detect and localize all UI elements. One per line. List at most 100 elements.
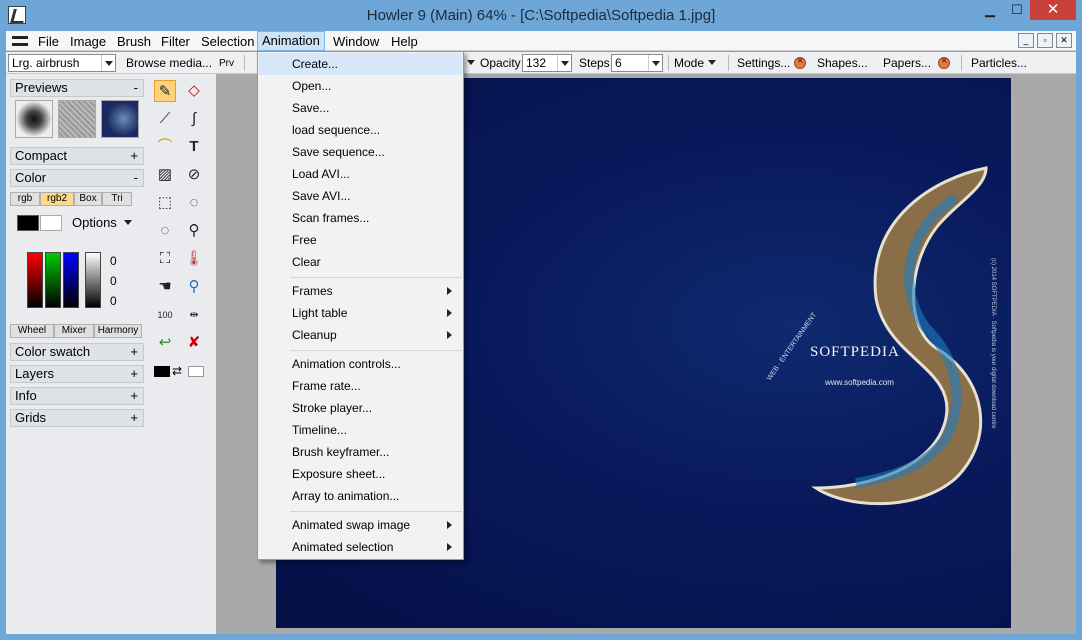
menu-animation[interactable]: Animation xyxy=(257,31,325,51)
menu-item-array-to-animation[interactable]: Array to animation... xyxy=(259,485,462,507)
menu-item-load-sequence[interactable]: load sequence... xyxy=(259,119,462,141)
menu-item-animated-selection[interactable]: Animated selection xyxy=(259,536,462,558)
compact-toggle[interactable]: + xyxy=(130,148,138,164)
red-slider[interactable] xyxy=(27,252,43,308)
blue-slider[interactable] xyxy=(63,252,79,308)
fit-width-icon[interactable]: ⇹ xyxy=(183,304,205,326)
swap-colors-icon[interactable]: ⇄ xyxy=(172,364,182,378)
color-header[interactable]: Color - xyxy=(10,169,144,187)
menu-item-frame-rate[interactable]: Frame rate... xyxy=(259,375,462,397)
tab-harmony[interactable]: Harmony xyxy=(94,324,142,338)
tab-tri[interactable]: Tri xyxy=(102,192,132,206)
color-swatch-header[interactable]: Color swatch + xyxy=(10,343,144,361)
chevron-down-icon[interactable] xyxy=(705,54,717,70)
menu-item-frames[interactable]: Frames xyxy=(259,280,462,302)
delete-icon[interactable]: ✘ xyxy=(183,332,205,354)
menu-image[interactable]: Image xyxy=(66,33,110,50)
chevron-down-icon[interactable] xyxy=(121,214,133,230)
menu-item-free[interactable]: Free xyxy=(259,229,462,251)
menu-item-timeline[interactable]: Timeline... xyxy=(259,419,462,441)
compact-header[interactable]: Compact + xyxy=(10,147,144,165)
menu-item-save[interactable]: Save... xyxy=(259,97,462,119)
menu-item-animation-controls[interactable]: Animation controls... xyxy=(259,353,462,375)
image-preview-thumb[interactable] xyxy=(101,100,139,138)
menu-item-brush-keyframer[interactable]: Brush keyframer... xyxy=(259,441,462,463)
foreground-mini-swatch[interactable] xyxy=(154,366,170,377)
brush-preview-thumb[interactable] xyxy=(15,100,53,138)
chevron-down-icon[interactable] xyxy=(557,55,571,71)
info-header[interactable]: Info + xyxy=(10,387,144,405)
previews-toggle[interactable]: - xyxy=(134,80,138,96)
green-slider[interactable] xyxy=(45,252,61,308)
steps-field[interactable]: 6 xyxy=(611,54,663,72)
menu-item-exposure-sheet[interactable]: Exposure sheet... xyxy=(259,463,462,485)
menu-brush[interactable]: Brush xyxy=(113,33,155,50)
menu-item-light-table[interactable]: Light table xyxy=(259,302,462,324)
layers-toggle[interactable]: + xyxy=(130,366,138,382)
papers-close-icon[interactable] xyxy=(938,55,950,69)
grids-toggle[interactable]: + xyxy=(130,410,138,426)
minimize-button[interactable]: ▁ xyxy=(976,0,1004,20)
menu-selection[interactable]: Selection xyxy=(197,33,258,50)
airbrush-tool-icon[interactable]: ✎ xyxy=(154,80,176,102)
info-toggle[interactable]: + xyxy=(130,388,138,404)
tab-mixer[interactable]: Mixer xyxy=(54,324,94,338)
menu-item-open[interactable]: Open... xyxy=(259,75,462,97)
curve-tool-icon[interactable]: ∫ xyxy=(183,108,205,130)
foreground-color-swatch[interactable] xyxy=(17,215,39,231)
tab-wheel[interactable]: Wheel xyxy=(10,324,54,338)
menu-item-stroke-player[interactable]: Stroke player... xyxy=(259,397,462,419)
options-button[interactable]: Options xyxy=(72,215,117,230)
chevron-down-icon[interactable] xyxy=(464,54,476,70)
settings-button[interactable]: Settings... xyxy=(737,56,790,70)
menu-item-cleanup[interactable]: Cleanup xyxy=(259,324,462,346)
mdi-minimize-button[interactable]: _ xyxy=(1018,33,1034,48)
hamburger-icon[interactable] xyxy=(12,36,28,46)
color-toggle[interactable]: - xyxy=(134,170,138,186)
tab-rgb[interactable]: rgb xyxy=(10,192,40,206)
pin-tool-icon[interactable]: ⚲ xyxy=(183,276,205,298)
brush-select[interactable]: Lrg. airbrush xyxy=(8,54,116,72)
menu-item-load-avi[interactable]: Load AVI... xyxy=(259,163,462,185)
menu-item-animated-swap-image[interactable]: Animated swap image xyxy=(259,514,462,536)
shapes-button[interactable]: Shapes... xyxy=(817,56,868,70)
menu-item-save-avi[interactable]: Save AVI... xyxy=(259,185,462,207)
layers-header[interactable]: Layers + xyxy=(10,365,144,383)
menu-item-scan-frames[interactable]: Scan frames... xyxy=(259,207,462,229)
maximize-button[interactable]: ☐ xyxy=(1003,0,1031,20)
mode-button[interactable]: Mode xyxy=(674,56,704,70)
menu-item-create[interactable]: Create... xyxy=(259,53,462,75)
settings-close-icon[interactable] xyxy=(794,55,806,69)
tab-rgb2[interactable]: rgb2 xyxy=(40,192,74,206)
background-color-swatch[interactable] xyxy=(40,215,62,231)
lasso-select-icon[interactable]: ◌ xyxy=(154,220,176,242)
crop-tool-icon[interactable]: ⛶ xyxy=(154,248,176,270)
no-fill-tool-icon[interactable]: ⊘ xyxy=(183,164,205,186)
menu-file[interactable]: File xyxy=(34,33,63,50)
paper-preview-thumb[interactable] xyxy=(58,100,96,138)
undo-icon[interactable]: ↩ xyxy=(154,332,176,354)
background-mini-swatch[interactable] xyxy=(188,366,204,377)
zoom-100-icon[interactable]: 100 xyxy=(154,304,176,326)
menu-item-save-sequence[interactable]: Save sequence... xyxy=(259,141,462,163)
ellipse-select-icon[interactable]: ◌ xyxy=(183,192,205,214)
eraser-tool-icon[interactable]: ◇ xyxy=(183,80,205,102)
fill-tool-icon[interactable]: ▨ xyxy=(154,164,176,186)
line-tool-icon[interactable]: ⟋ xyxy=(154,108,176,130)
previews-header[interactable]: Previews - xyxy=(10,79,144,97)
chevron-down-icon[interactable] xyxy=(648,55,662,71)
rect-select-icon[interactable]: ⬚ xyxy=(154,192,176,214)
mdi-restore-button[interactable]: ▫ xyxy=(1037,33,1053,48)
text-tool-icon[interactable]: T xyxy=(183,136,205,158)
opacity-field[interactable]: 132 xyxy=(522,54,572,72)
rainbow-tool-icon[interactable]: ⌒ xyxy=(154,136,176,158)
menu-item-clear[interactable]: Clear xyxy=(259,251,462,273)
preview-button[interactable]: Prv xyxy=(219,58,234,69)
magic-wand-icon[interactable]: ⚲ xyxy=(183,220,205,242)
grids-header[interactable]: Grids + xyxy=(10,409,144,427)
color-picker-icon[interactable]: 🌡 xyxy=(183,248,205,270)
papers-button[interactable]: Papers... xyxy=(883,56,931,70)
value-slider[interactable] xyxy=(85,252,101,308)
close-button[interactable]: ✕ xyxy=(1030,0,1076,20)
color-swatch-toggle[interactable]: + xyxy=(130,344,138,360)
